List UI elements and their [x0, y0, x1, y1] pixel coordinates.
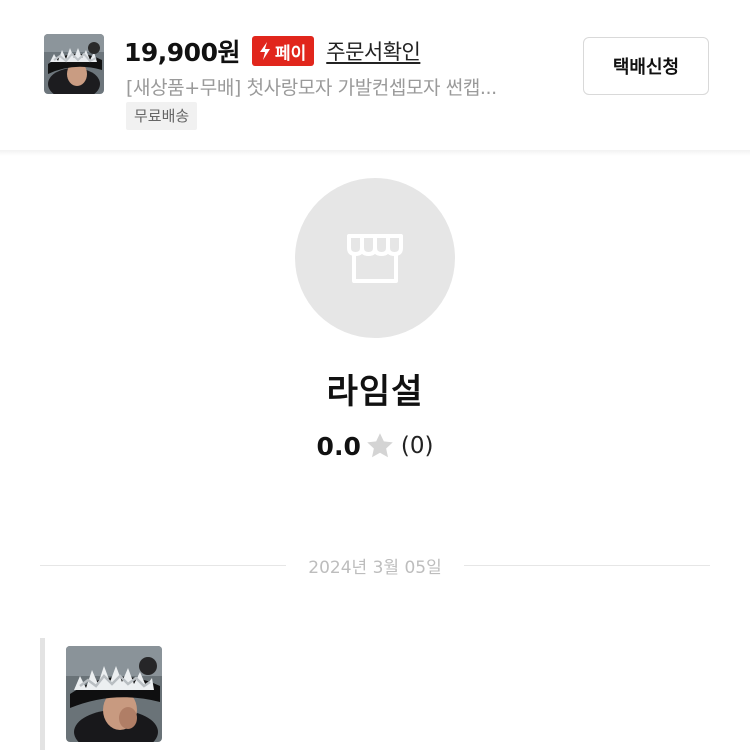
message-image[interactable]: [66, 646, 162, 742]
price-row: 19,900원 페이 주문서확인: [124, 34, 421, 68]
star-icon: [367, 433, 393, 458]
product-title: [새상품+무배] 첫사랑모자 가발컨셉모자 썬캡...: [126, 77, 497, 99]
order-confirm-link[interactable]: 주문서확인: [326, 36, 421, 66]
pay-badge: 페이: [251, 36, 315, 66]
shop-avatar[interactable]: [295, 178, 455, 338]
product-header: 19,900원 페이 주문서확인 [새상품+무배] 첫사랑모자 가발컨셉모자 썬…: [0, 0, 750, 150]
divider-line: [40, 564, 287, 566]
rating-score: 0.0: [316, 431, 361, 461]
lightning-icon: [259, 42, 270, 60]
pay-badge-label: 페이: [274, 43, 307, 64]
divider-line: [463, 564, 711, 566]
delivery-request-button[interactable]: 택배신청: [583, 37, 709, 95]
chat-date: 2024년 3월 05일: [308, 557, 442, 578]
free-shipping-tag: 무료배송: [126, 102, 198, 130]
store-icon: [347, 234, 403, 283]
date-separator: 2024년 3월 05일: [40, 550, 711, 580]
product-thumbnail[interactable]: [44, 34, 104, 94]
shop-name[interactable]: 라임설: [0, 364, 750, 413]
hat-photo: [44, 34, 104, 94]
chat-screen: 19,900원 페이 주문서확인 [새상품+무배] 첫사랑모자 가발컨셉모자 썬…: [0, 0, 750, 750]
message-quote-bar: [40, 638, 45, 750]
review-count: (0): [400, 433, 434, 459]
product-price: 19,900원: [124, 38, 240, 67]
hat-photo: [66, 646, 162, 742]
shop-rating: 0.0 (0): [0, 428, 750, 464]
header-divider: [0, 150, 750, 156]
